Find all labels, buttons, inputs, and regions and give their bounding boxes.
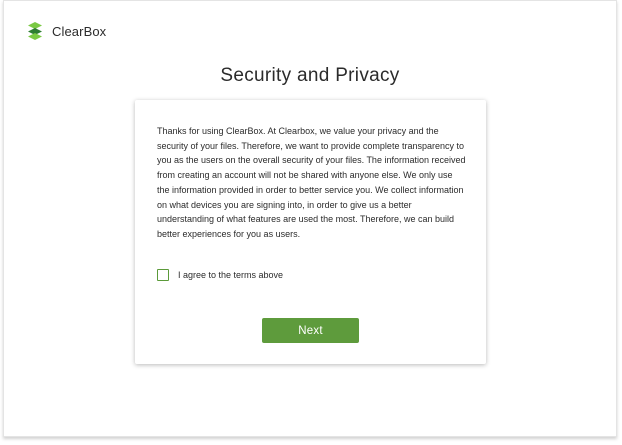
next-button[interactable]: Next xyxy=(262,318,359,343)
page-title: Security and Privacy xyxy=(220,65,400,86)
app-window: ClearBox Security and Privacy Thanks for… xyxy=(3,0,617,437)
brand-logo[interactable]: ClearBox xyxy=(26,21,106,41)
agree-terms-label[interactable]: I agree to the terms above xyxy=(178,270,283,280)
brand-name: ClearBox xyxy=(52,23,107,39)
agree-terms-checkbox[interactable] xyxy=(157,269,169,281)
terms-card: Thanks for using ClearBox. At Clearbox, … xyxy=(135,100,486,364)
clearbox-logo-icon xyxy=(28,22,42,40)
privacy-statement: Thanks for using ClearBox. At Clearbox, … xyxy=(157,126,466,239)
agree-terms-row[interactable]: I agree to the terms above xyxy=(157,269,283,281)
